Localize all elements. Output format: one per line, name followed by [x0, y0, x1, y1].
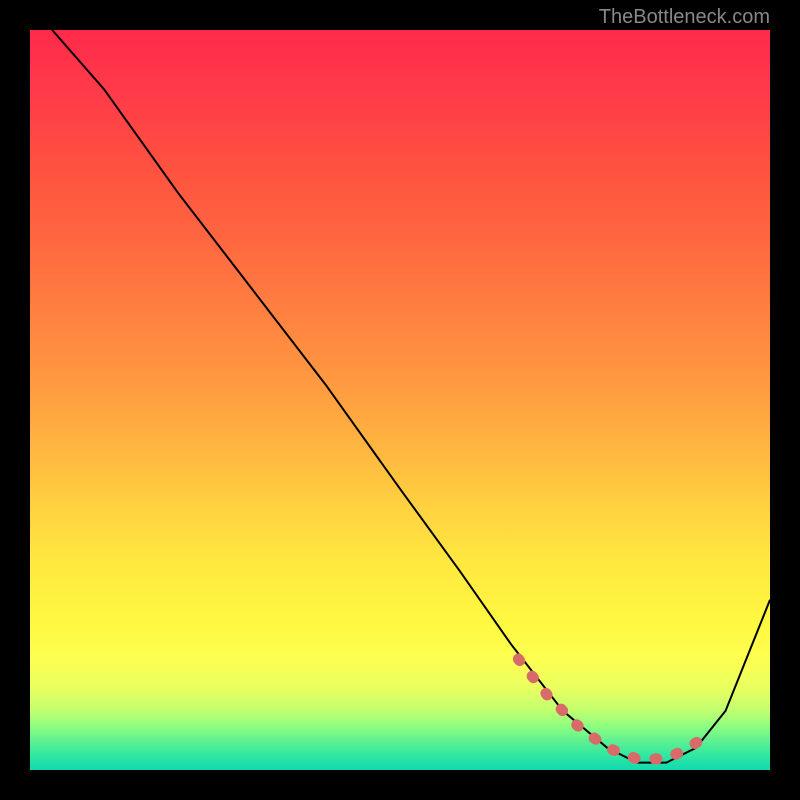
highlight-segment [518, 659, 710, 759]
chart-svg [30, 30, 770, 770]
main-curve [52, 30, 770, 763]
watermark-text: TheBottleneck.com [599, 6, 770, 29]
chart-area [30, 30, 770, 770]
